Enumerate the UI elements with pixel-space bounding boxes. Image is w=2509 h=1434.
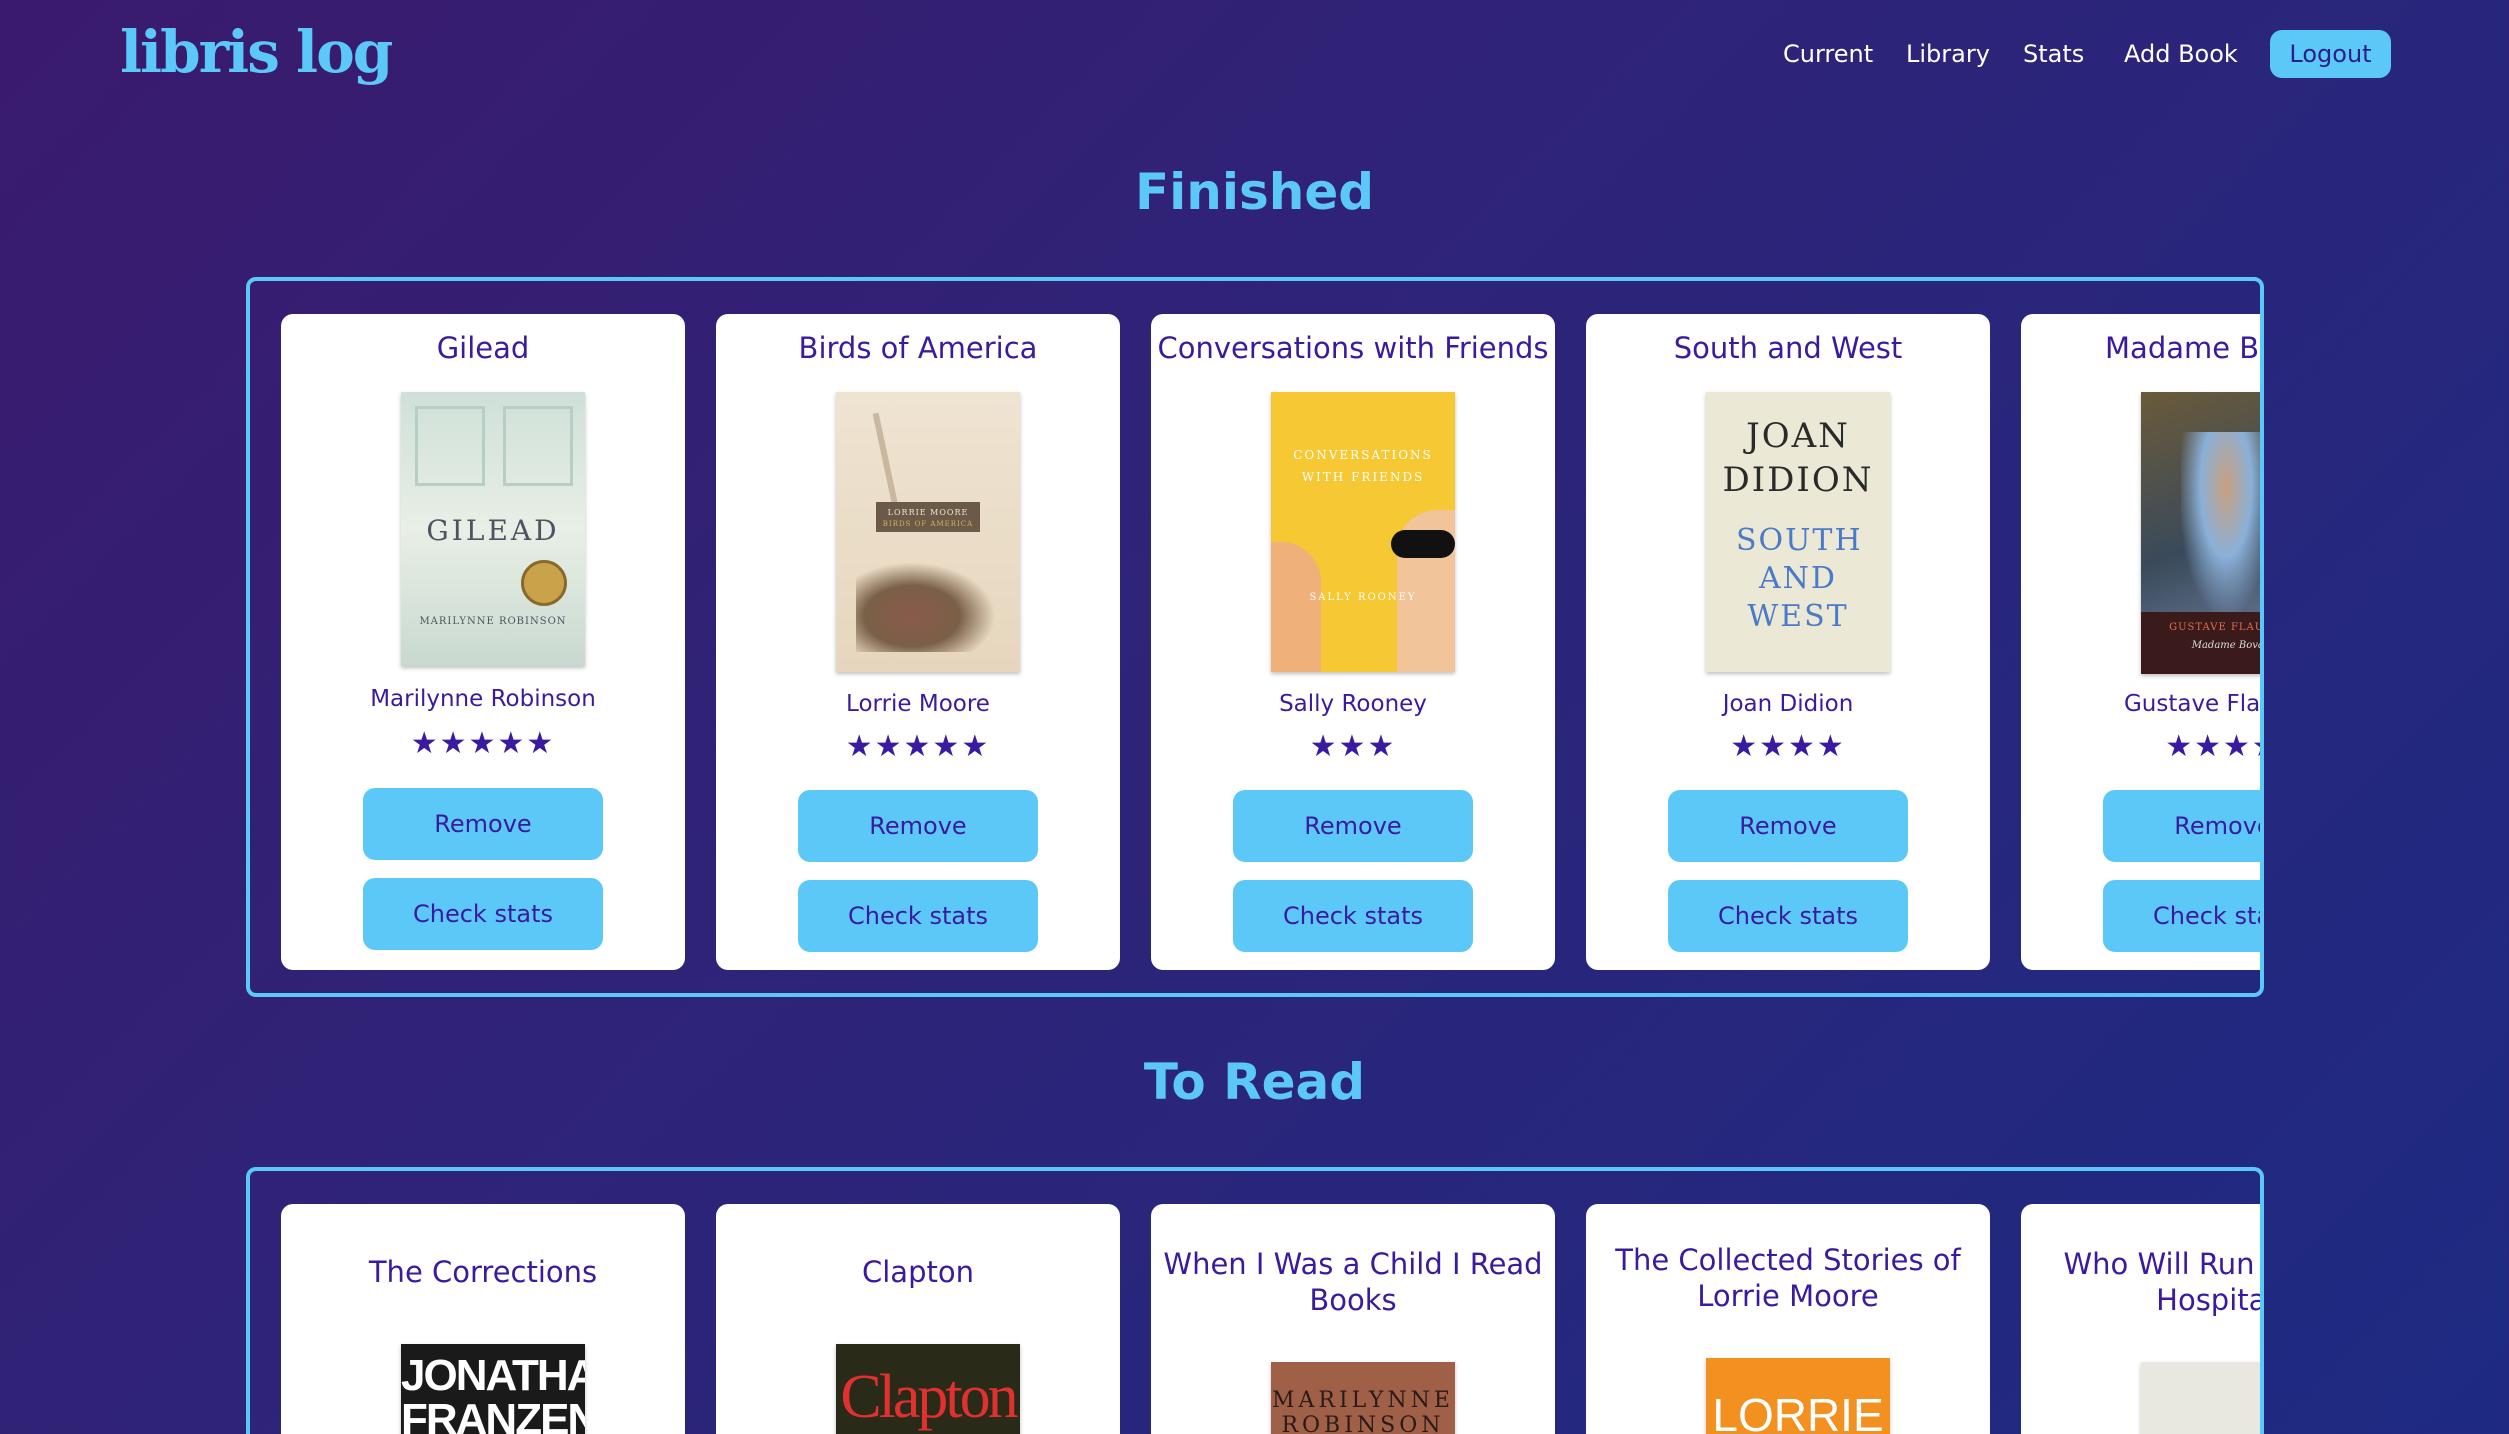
remove-button[interactable]: Remove — [363, 788, 603, 860]
book-card: The Collected Stories of Lorrie Moore LO… — [1586, 1204, 1990, 1434]
book-author: Gustave Flaubert — [2123, 691, 2261, 717]
check-stats-button[interactable]: Check stats — [1233, 880, 1473, 952]
book-title: South and West — [1673, 331, 1903, 365]
top-header: libris log Current Library Stats Add Boo… — [0, 0, 2509, 110]
remove-button[interactable]: Remove — [1233, 790, 1473, 862]
book-card: Conversations with Friends CONVERSATIONS… — [1151, 314, 1555, 970]
book-cover-image: CONVERSATIONS WITH FRIENDS SALLY ROONEY — [1271, 392, 1455, 672]
book-card: Madame Bovary GUSTAVE FLAUBERT Madame Bo… — [2021, 314, 2261, 970]
star-rating-icon: ★★★★★ — [410, 726, 556, 761]
book-cover-image — [2141, 1362, 2260, 1434]
book-cover-image: GUSTAVE FLAUBERT Madame Bovary — [2141, 392, 2260, 674]
check-stats-button[interactable]: Check stats — [2103, 880, 2260, 952]
book-cover-image: JONATHAN FRANZEN — [401, 1344, 585, 1434]
book-author: Lorrie Moore — [846, 691, 990, 717]
book-title: The Collected Stories of Lorrie Moore — [1615, 1243, 1961, 1313]
book-card: Clapton Clapton — [716, 1204, 1120, 1434]
nav-link-add-book[interactable]: Add Book — [2124, 40, 2238, 68]
star-rating-icon: ★★★ — [1309, 729, 1397, 764]
check-stats-button[interactable]: Check stats — [1668, 880, 1908, 952]
book-cover-image: Clapton — [836, 1344, 1020, 1434]
book-card: The Corrections JONATHAN FRANZEN — [281, 1204, 685, 1434]
book-title: The Corrections — [368, 1255, 598, 1289]
remove-button[interactable]: Remove — [2103, 790, 2260, 862]
book-author: Sally Rooney — [1279, 691, 1427, 717]
nav-link-stats[interactable]: Stats — [2023, 40, 2084, 68]
remove-button[interactable]: Remove — [798, 790, 1038, 862]
book-card: South and West JOAN DIDION SOUTH AND WES… — [1586, 314, 1990, 970]
to-read-heading: To Read — [1143, 1053, 1366, 1111]
app-logo[interactable]: libris log — [120, 18, 393, 86]
book-author: Marilynne Robinson — [370, 686, 596, 712]
star-rating-icon: ★★★★ — [1730, 729, 1846, 764]
book-card: Gilead GILEAD MARILYNNE ROBINSON Marilyn… — [281, 314, 685, 970]
remove-button[interactable]: Remove — [1668, 790, 1908, 862]
book-cover-image: MARILYNNE ROBINSON — [1271, 1362, 1455, 1434]
book-title: Clapton — [862, 1255, 974, 1289]
check-stats-button[interactable]: Check stats — [798, 880, 1038, 952]
book-title: Birds of America — [798, 331, 1038, 365]
star-rating-icon: ★★★★★ — [845, 729, 991, 764]
book-title: Conversations with Friends — [1157, 331, 1549, 365]
logout-button[interactable]: Logout — [2270, 30, 2391, 78]
book-title: When I Was a Child I Read Books — [1163, 1247, 1543, 1317]
book-title: Gilead — [436, 331, 530, 365]
check-stats-button[interactable]: Check stats — [363, 878, 603, 950]
finished-shelf[interactable]: Gilead GILEAD MARILYNNE ROBINSON Marilyn… — [246, 277, 2264, 997]
book-cover-image: GILEAD MARILYNNE ROBINSON — [401, 392, 585, 666]
book-card: Birds of America LORRIE MOORE BIRDS OF A… — [716, 314, 1120, 970]
book-card: Who Will Run the Frog Hospital? — [2021, 1204, 2260, 1434]
finished-heading: Finished — [1134, 163, 1375, 221]
to-read-shelf[interactable]: The Corrections JONATHAN FRANZEN Clapton… — [246, 1167, 2264, 1434]
book-card: When I Was a Child I Read Books MARILYNN… — [1151, 1204, 1555, 1434]
book-author: Joan Didion — [1722, 691, 1854, 717]
nav-link-library[interactable]: Library — [1906, 40, 1990, 68]
star-rating-icon: ★★★★ — [2165, 729, 2260, 764]
book-title: Madame Bovary — [2105, 331, 2260, 365]
book-cover-image: LORRIE — [1706, 1358, 1890, 1434]
nav-link-current[interactable]: Current — [1783, 40, 1873, 68]
book-cover-image: JOAN DIDION SOUTH AND WEST — [1706, 392, 1890, 672]
book-title: Who Will Run the Frog Hospital? — [2063, 1247, 2260, 1317]
book-cover-image: LORRIE MOORE BIRDS OF AMERICA — [836, 392, 1020, 672]
